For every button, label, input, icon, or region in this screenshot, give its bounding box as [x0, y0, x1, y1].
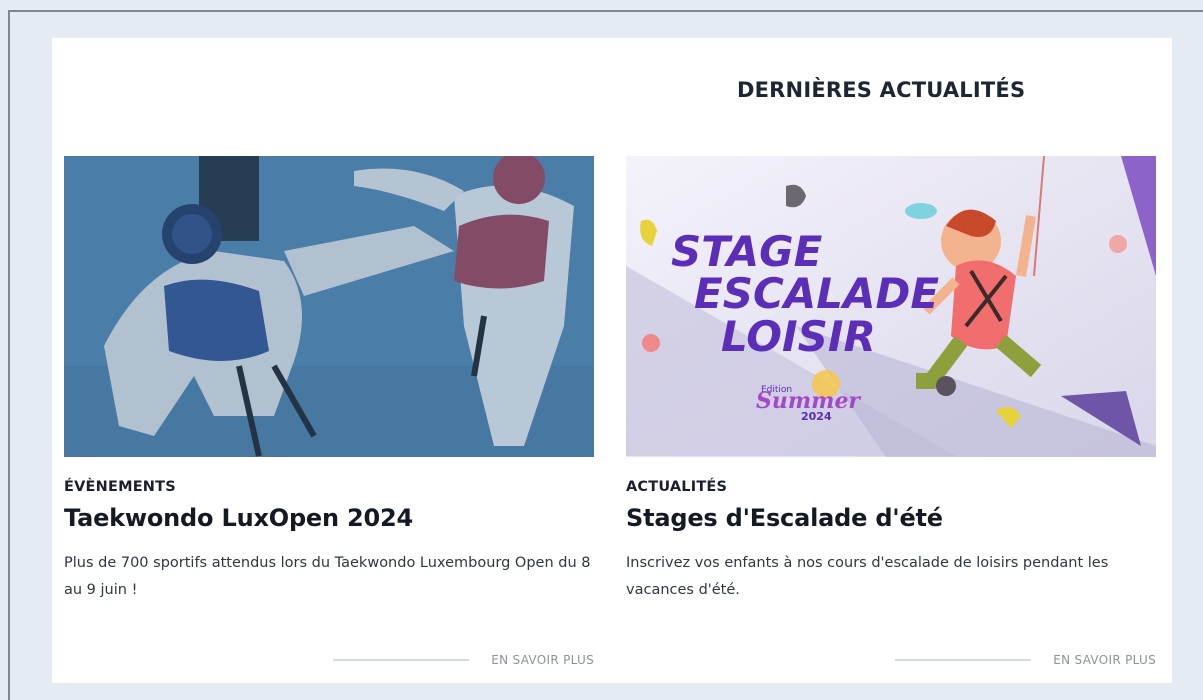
- read-more-rule: [333, 659, 470, 661]
- card-excerpt: Inscrivez vos enfants à nos cours d'esca…: [626, 555, 1109, 598]
- poster-line3: LOISIR: [721, 312, 876, 361]
- card-title[interactable]: Stages d'Escalade d'été: [626, 504, 1156, 532]
- taekwondo-photo[interactable]: [64, 156, 594, 457]
- news-card-taekwondo[interactable]: ÉVÈNEMENTS Taekwondo LuxOpen 2024 Plus d…: [64, 156, 594, 667]
- taekwondo-photo-illustration: [64, 156, 594, 457]
- read-more-rule: [895, 659, 1032, 661]
- read-more-link[interactable]: EN SAVOIR PLUS: [333, 653, 594, 667]
- card-excerpt: Plus de 700 sportifs attendus lors du Ta…: [64, 555, 591, 598]
- news-card-escalade[interactable]: STAGE ESCALADE LOISIR Edition Summer 202…: [626, 156, 1156, 667]
- climbing-poster-illustration: STAGE ESCALADE LOISIR Edition Summer 202…: [626, 156, 1156, 457]
- read-more-label: EN SAVOIR PLUS: [1053, 653, 1156, 667]
- read-more-label: EN SAVOIR PLUS: [491, 653, 594, 667]
- section-title: DERNIÈRES ACTUALITÉS: [737, 78, 1026, 102]
- card-title[interactable]: Taekwondo LuxOpen 2024: [64, 504, 594, 532]
- card-category: ÉVÈNEMENTS: [64, 479, 176, 495]
- poster-year: 2024: [801, 410, 832, 423]
- poster-line2: ESCALADE: [694, 269, 939, 318]
- read-more-link[interactable]: EN SAVOIR PLUS: [895, 653, 1156, 667]
- card-category: ACTUALITÉS: [626, 479, 728, 495]
- climbing-poster[interactable]: STAGE ESCALADE LOISIR Edition Summer 202…: [626, 156, 1156, 457]
